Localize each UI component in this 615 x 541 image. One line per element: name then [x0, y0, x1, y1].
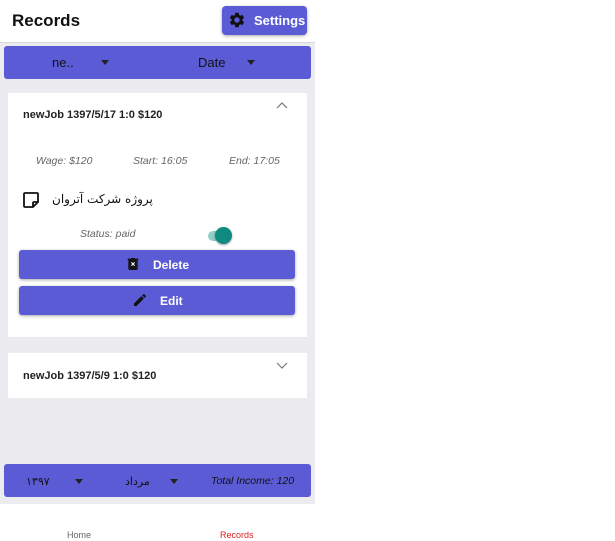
app-header: Records Settings	[0, 0, 315, 43]
start-time-text: Start: 16:05	[133, 155, 188, 167]
chevron-down-icon	[247, 60, 255, 65]
filter-bar: ne.. Date	[4, 46, 311, 79]
edit-button[interactable]: Edit	[19, 286, 295, 315]
note-text: پروژه شرکت آتروان	[52, 192, 153, 206]
records-screen: Records Settings ne.. Date newJob 1397/5…	[0, 0, 315, 541]
settings-label: Settings	[254, 13, 306, 28]
job-filter-value: ne..	[52, 55, 74, 70]
year-value: ۱۳۹۷	[26, 476, 50, 488]
toggle-knob	[215, 227, 232, 244]
delete-label: Delete	[153, 258, 190, 272]
tab-home[interactable]: Home	[67, 530, 91, 540]
chevron-up-icon[interactable]	[276, 101, 288, 109]
record-title[interactable]: newJob 1397/5/9 1:0 $120	[23, 370, 156, 382]
end-time-text: End: 17:05	[229, 155, 280, 167]
sort-value: Date	[198, 55, 226, 70]
note-icon	[23, 192, 39, 208]
settings-button[interactable]: Settings	[222, 6, 307, 35]
chevron-down-icon	[101, 60, 109, 65]
record-title[interactable]: newJob 1397/5/17 1:0 $120	[23, 109, 162, 121]
page-title: Records	[12, 11, 81, 30]
gear-icon	[229, 12, 245, 28]
delete-button[interactable]: Delete	[19, 250, 295, 279]
bottom-tab-bar: Home Records	[0, 504, 315, 541]
summary-bar: ۱۳۹۷ مرداد Total Income: 120	[4, 464, 311, 497]
total-income-text: Total Income: 120	[211, 475, 295, 487]
chevron-down-icon	[75, 479, 83, 484]
tab-records[interactable]: Records	[220, 530, 254, 540]
chevron-down-icon	[170, 479, 178, 484]
record-card: newJob 1397/5/17 1:0 $120 Wage: $120 Sta…	[8, 93, 307, 337]
month-value: مرداد	[125, 475, 150, 488]
edit-label: Edit	[160, 294, 183, 308]
pencil-icon	[134, 293, 147, 306]
trash-icon	[127, 258, 139, 270]
status-text: Status: paid	[80, 228, 136, 240]
record-card[interactable]: newJob 1397/5/9 1:0 $120	[8, 353, 307, 398]
wage-text: Wage: $120	[36, 155, 93, 167]
chevron-down-icon[interactable]	[276, 362, 288, 370]
